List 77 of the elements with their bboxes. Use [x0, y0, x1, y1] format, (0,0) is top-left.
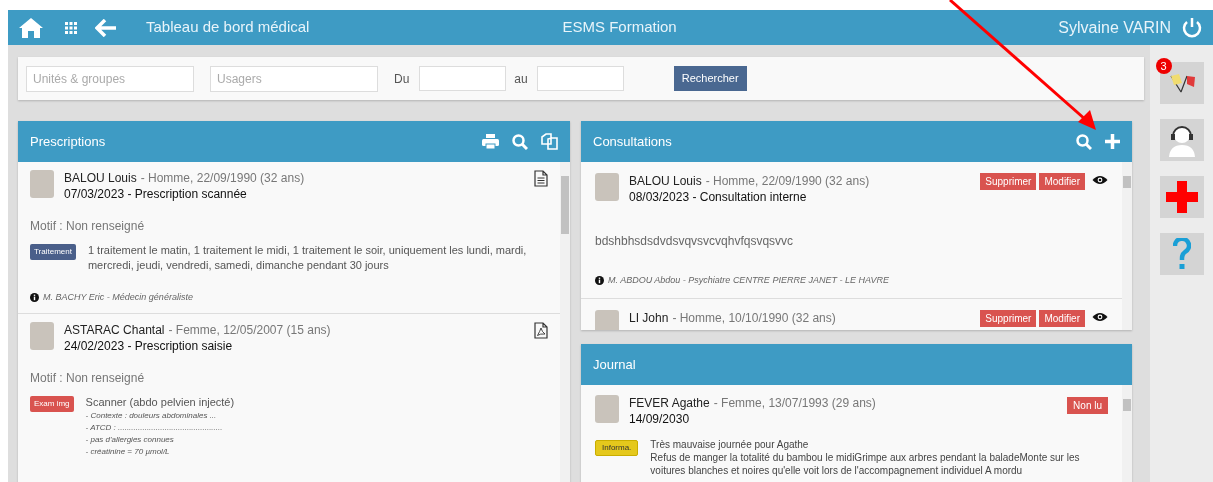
author-text: M. ABDOU Abdou - Psychiatre CENTRE PIERRE JANET - LE HAVRE: [608, 274, 889, 287]
scrollbar[interactable]: [1122, 162, 1132, 330]
copy-icon[interactable]: [541, 133, 558, 150]
grid-menu-icon[interactable]: [65, 21, 77, 34]
prescription-note: - Contexte : douleurs abdominales ...: [85, 409, 218, 422]
search-icon[interactable]: [512, 133, 528, 150]
avatar-placeholder: [30, 170, 54, 198]
status-badge: Non lu: [1067, 397, 1108, 414]
patient-details: - Homme, 22/09/1990 (32 ans): [705, 173, 870, 189]
back-arrow-icon[interactable]: [95, 18, 117, 37]
motif-text: Motif : Non renseigné: [30, 369, 146, 387]
patient-name[interactable]: FEVER Agathe: [629, 395, 710, 411]
author-text: M. BACHY Eric - Médecin généraliste: [43, 291, 193, 304]
scrollbar[interactable]: [1122, 385, 1132, 482]
panel-title: Consultations: [593, 132, 672, 151]
panel-title: Prescriptions: [30, 132, 106, 151]
tag-label: Traitement: [30, 244, 76, 260]
action-button[interactable]: Modifier: [1039, 309, 1085, 327]
users-field[interactable]: Usagers: [210, 65, 378, 92]
user-name: Sylvaine VARIN: [1058, 17, 1171, 38]
home-icon[interactable]: [18, 16, 44, 39]
prescription-text: Scanner (abdo pelvien injecté): [85, 394, 236, 410]
eye-icon[interactable]: [1092, 175, 1108, 185]
consultation-text: bdshbhsdsdvdsvqvsvcvqhvfqsvqsvvc: [595, 233, 795, 250]
prescription-note: - pas d'allergies connues: [85, 433, 175, 446]
medical-button[interactable]: [1159, 176, 1204, 218]
start-date-field[interactable]: [419, 66, 507, 91]
motif-text: Motif : Non renseigné: [30, 218, 146, 235]
prescription-text: 1 traitement le matin, 1 traitement le midi, 1 traitement le soir, uniquement les lundi, mardi, mercredi, jeudi, vendredi, samedi, dimanche pendant 30 jours: [87, 243, 528, 273]
tag-label: Informa.: [595, 440, 639, 456]
patient-details: - Homme, 22/09/1990 (32 ans): [140, 170, 305, 186]
entry-title: 14/09/2030: [629, 411, 691, 428]
action-button[interactable]: Modifier: [1039, 173, 1085, 190]
prescription-note: - ATCD : ...............................................: [85, 421, 224, 434]
entry-title: 07/03/2023 - Prescription scannée: [64, 186, 248, 203]
to-label: au: [514, 70, 528, 88]
avatar-placeholder: [595, 173, 619, 201]
page-title: Tableau de bord médical: [146, 17, 310, 38]
avatar-placeholder: [595, 395, 619, 423]
print-icon[interactable]: [482, 134, 499, 149]
patient-name[interactable]: BALOU Louis: [629, 173, 702, 189]
avatar-placeholder: [30, 321, 54, 350]
info-icon: [30, 293, 39, 303]
plus-icon[interactable]: [1105, 134, 1120, 149]
patient-details: - Homme, 10/10/1990 (32 ans): [672, 309, 836, 326]
app-title: ESMS Formation: [562, 17, 677, 38]
notification-badge: 3: [1155, 58, 1172, 74]
tag-label: Exam img: [30, 395, 74, 412]
eye-icon[interactable]: [1092, 311, 1108, 322]
entry-title: 08/03/2023 - Consultation interne: [629, 189, 808, 206]
medical-cross-icon: [1165, 181, 1198, 213]
prescription-note: - créatinine = 70 µmol/L: [85, 445, 171, 458]
power-icon[interactable]: [1181, 16, 1203, 39]
pdf-file-icon[interactable]: [534, 321, 548, 339]
avatar-placeholder: [595, 309, 619, 330]
question-mark-icon: [1172, 238, 1191, 270]
action-button[interactable]: Supprimer: [980, 309, 1037, 327]
search-icon[interactable]: [1076, 133, 1092, 150]
patient-details: - Femme, 13/07/1993 (29 ans): [713, 395, 876, 411]
document-icon[interactable]: [534, 170, 548, 187]
journal-text: Refus de manger la totalité du bambou le midiGrimpe aux arbres pendant la baladeMonte sur les voitures blanches et noires qu'elle voit lors de l'accompagnement individuel A mordu: [650, 451, 1081, 477]
help-button[interactable]: [1159, 233, 1204, 275]
patient-name[interactable]: LI John: [629, 309, 669, 326]
scrollbar[interactable]: [560, 162, 570, 482]
support-button[interactable]: [1159, 119, 1204, 161]
panel-title: Journal: [593, 355, 636, 374]
end-date-field[interactable]: [536, 66, 624, 91]
units-groups-field[interactable]: Unités & groupes: [26, 65, 194, 92]
from-label: Du: [394, 70, 410, 88]
action-button[interactable]: Supprimer: [980, 173, 1037, 190]
search-button[interactable]: Rechercher: [673, 66, 747, 91]
patient-name[interactable]: ASTARAC Chantal: [64, 321, 165, 338]
patient-details: - Femme, 12/05/2007 (15 ans): [168, 321, 331, 338]
info-icon: [595, 276, 604, 286]
journal-text: Très mauvaise journée pour Agathe: [650, 438, 810, 451]
entry-title: 24/02/2023 - Prescription saisie: [64, 337, 234, 355]
patient-name[interactable]: BALOU Louis: [64, 170, 137, 186]
